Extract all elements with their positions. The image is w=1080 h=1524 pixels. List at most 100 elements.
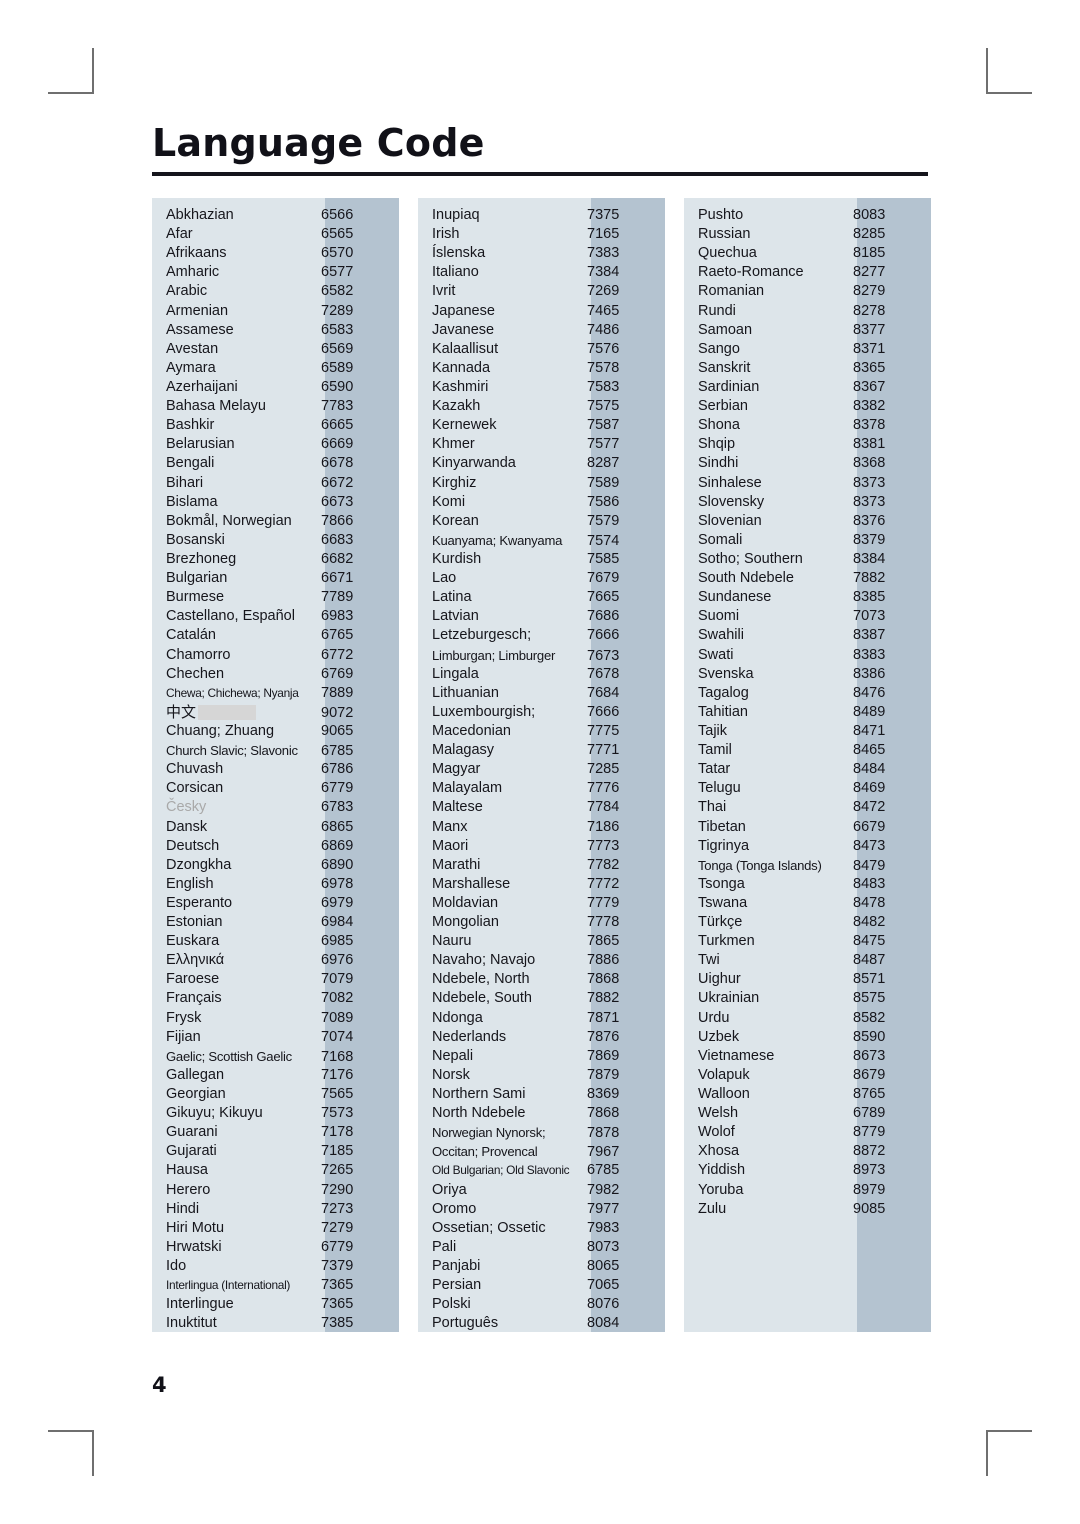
language-code: 7465 — [587, 302, 620, 319]
language-code: 7775 — [587, 722, 620, 739]
language-column-1: Abkhazian 6566 Afar 6565 Afrikaans 6570 Amhari… — [152, 198, 399, 1332]
language-name: Twi — [698, 952, 720, 969]
language-name: Ndonga — [432, 1009, 483, 1026]
language-name: Korean — [432, 512, 479, 529]
table-row: Lithuanian 7684 — [418, 684, 665, 703]
language-name: Pali — [432, 1238, 457, 1255]
table-row: Manx 7186 — [418, 818, 665, 837]
language-name: Tagalog — [698, 684, 749, 701]
language-code: 7886 — [587, 952, 620, 969]
language-name: Nauru — [432, 933, 472, 950]
table-row: Telugu 8469 — [684, 779, 931, 798]
table-row: Bahasa Melayu 7783 — [152, 397, 399, 416]
language-name: Armenian — [166, 302, 229, 319]
table-row: Svenska 8386 — [684, 665, 931, 684]
language-code: 6789 — [853, 1105, 886, 1122]
table-row: Sotho; Southern 8384 — [684, 550, 931, 569]
table-row: Kannada 7578 — [418, 359, 665, 378]
language-code: 7290 — [321, 1181, 354, 1198]
language-code: 6979 — [321, 894, 354, 911]
table-row: Bihari 6672 — [152, 474, 399, 493]
table-row: Français 7082 — [152, 989, 399, 1008]
language-name: Interlingue — [166, 1296, 234, 1313]
language-name: Dansk — [166, 818, 208, 835]
table-row: Lao 7679 — [418, 569, 665, 588]
language-name: Kashmiri — [432, 378, 489, 395]
table-row: Interlingue 7365 — [152, 1295, 399, 1314]
language-name: Français — [166, 990, 222, 1007]
language-name: Catalán — [166, 627, 216, 644]
language-name: Avestan — [166, 340, 219, 357]
language-code: 7176 — [321, 1066, 354, 1083]
language-code: 6785 — [321, 743, 354, 760]
table-row: Zulu 9085 — [684, 1200, 931, 1219]
language-rows: Inupiaq 7375 Irish 7165 Íslenska 7383 Italiano… — [418, 198, 665, 1332]
language-name: Gaelic; Scottish Gaelic — [166, 1048, 292, 1064]
language-code: 6869 — [321, 837, 354, 854]
table-row: Tahitian 8489 — [684, 703, 931, 722]
table-row: Maltese 7784 — [418, 798, 665, 817]
table-row: Interlingua (International) 7365 — [152, 1276, 399, 1295]
language-name: Slovensky — [698, 493, 765, 510]
language-code: 8073 — [587, 1238, 620, 1255]
language-name: Aymara — [166, 359, 216, 376]
language-code: 6582 — [321, 283, 354, 300]
language-name: Luxembourgish; — [432, 703, 536, 720]
table-row: Burmese 7789 — [152, 588, 399, 607]
table-row: Sundanese 8385 — [684, 588, 931, 607]
table-row: Avestan 6569 — [152, 340, 399, 359]
table-row: Kinyarwanda 8287 — [418, 454, 665, 473]
language-code: 7871 — [587, 1009, 620, 1026]
language-name: Sardinian — [698, 378, 760, 395]
language-name: Irish — [432, 226, 460, 243]
table-row: Nepali 7869 — [418, 1047, 665, 1066]
language-code: 6978 — [321, 875, 354, 892]
language-name: Norsk — [432, 1066, 470, 1083]
table-row: Latvian 7686 — [418, 607, 665, 626]
language-name: Ido — [166, 1258, 187, 1275]
language-name: Bahasa Melayu — [166, 398, 266, 415]
language-name: Tonga (Tonga Islands) — [698, 857, 822, 873]
language-name: Bengali — [166, 455, 215, 472]
language-name: Welsh — [698, 1105, 739, 1122]
table-row: Uighur 8571 — [684, 970, 931, 989]
language-name: Faroese — [166, 971, 220, 988]
language-code: 7073 — [853, 608, 886, 625]
table-row: Armenian 7289 — [152, 302, 399, 321]
table-row: Herero 7290 — [152, 1181, 399, 1200]
table-row: Kirghiz 7589 — [418, 474, 665, 493]
language-name: Frysk — [166, 1009, 202, 1026]
table-row: Inupiaq 7375 — [418, 206, 665, 225]
language-name: Íslenska — [432, 245, 486, 262]
table-row: Vietnamese 8673 — [684, 1047, 931, 1066]
language-code: 8285 — [853, 226, 886, 243]
table-row: Thai 8472 — [684, 798, 931, 817]
language-name: Xhosa — [698, 1143, 740, 1160]
language-code: 7168 — [321, 1048, 354, 1065]
language-code: 7573 — [321, 1105, 354, 1122]
table-row: Maori 7773 — [418, 837, 665, 856]
language-name: Sundanese — [698, 589, 772, 606]
language-name: Ivrit — [432, 283, 456, 300]
table-row: Walloon 8765 — [684, 1085, 931, 1104]
language-column-2: Inupiaq 7375 Irish 7165 Íslenska 7383 Italiano… — [418, 198, 665, 1332]
language-name: Magyar — [432, 761, 481, 778]
language-code: 7879 — [587, 1066, 620, 1083]
language-code: 7868 — [587, 1105, 620, 1122]
language-name: Hrwatski — [166, 1238, 222, 1255]
crop-mark-top-right-vertical — [986, 48, 988, 94]
document-page: Language Code Abkhazian 6566 Afar 6565 Afrik… — [0, 0, 1080, 1524]
language-code: 7865 — [587, 933, 620, 950]
table-row: Nauru 7865 — [418, 932, 665, 951]
table-row: Panjabi 8065 — [418, 1257, 665, 1276]
table-row: Marathi 7782 — [418, 856, 665, 875]
table-row: Português 8084 — [418, 1314, 665, 1332]
table-row: Suomi 7073 — [684, 607, 931, 626]
language-code: 7982 — [587, 1181, 620, 1198]
language-name: Svenska — [698, 665, 754, 682]
redaction-block — [198, 704, 257, 720]
crop-mark-bottom-left-horizontal — [48, 1430, 94, 1432]
language-code: 7772 — [587, 875, 620, 892]
language-name: Zulu — [698, 1200, 727, 1217]
language-code: 9085 — [853, 1200, 886, 1217]
